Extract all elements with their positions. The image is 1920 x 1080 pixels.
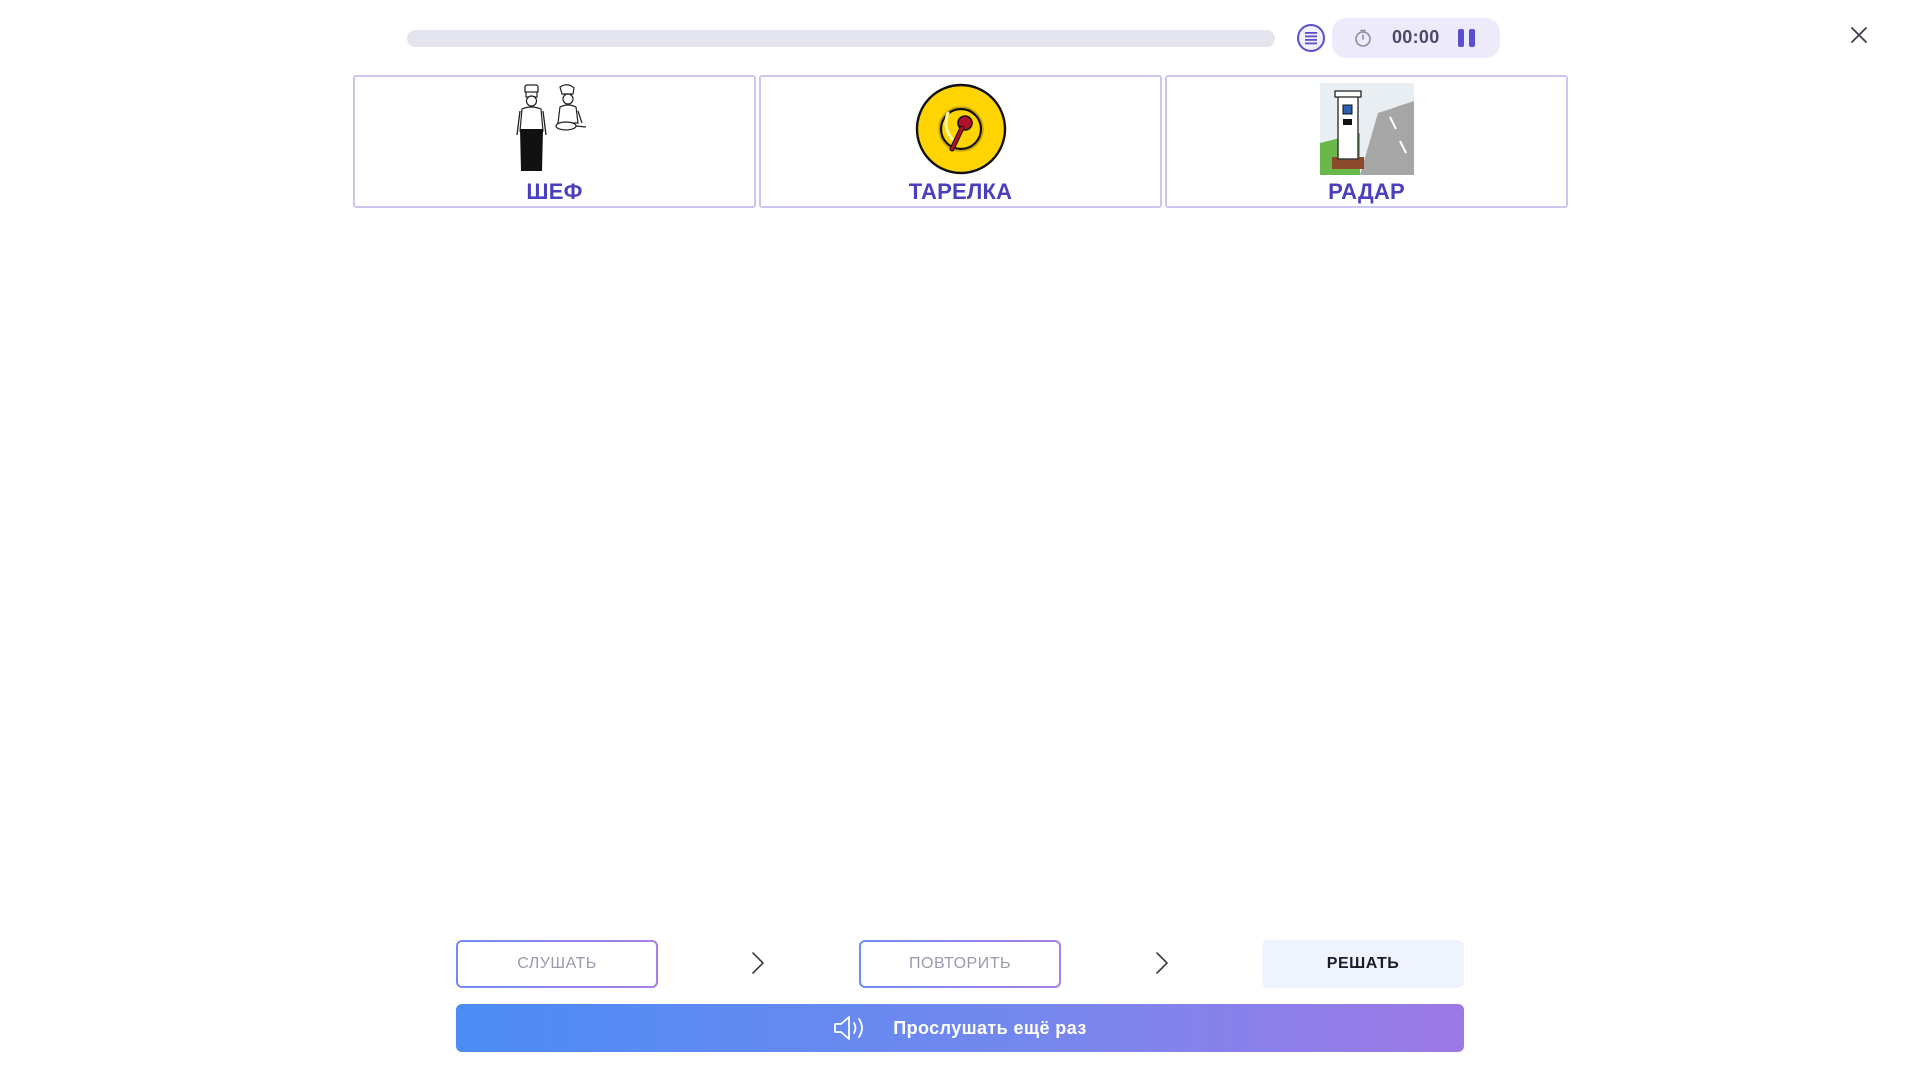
solve-step-button[interactable]: РЕШАТЬ: [1262, 940, 1464, 988]
repeat-step-button[interactable]: ПОВТОРИТЬ: [859, 940, 1061, 988]
list-menu-button[interactable]: [1297, 24, 1325, 52]
replay-audio-button[interactable]: Прослушать ещё раз: [456, 1004, 1464, 1052]
close-button[interactable]: [1846, 22, 1872, 48]
plate-picture: [915, 83, 1006, 175]
radar-picture: [1319, 83, 1414, 175]
speaker-icon: [834, 1016, 864, 1040]
word-card-chef[interactable]: ШЕФ: [353, 75, 756, 208]
listen-step-button[interactable]: СЛУШАТЬ: [456, 940, 658, 988]
chevron-right-icon: [752, 952, 764, 974]
card-label: ШЕФ: [526, 179, 583, 204]
pause-button[interactable]: [1457, 29, 1477, 47]
progress-bar: [407, 30, 1275, 47]
word-card-plate[interactable]: ТАРЕЛКА: [759, 75, 1162, 208]
list-menu-icon: [1305, 32, 1317, 45]
card-label: ТАРЕЛКА: [908, 179, 1013, 204]
timer-value: 00:00: [1392, 27, 1440, 47]
card-label: РАДАР: [1328, 179, 1405, 204]
close-icon: [1851, 27, 1867, 43]
replay-label: Прослушать ещё раз: [893, 1017, 1087, 1038]
stopwatch-icon: [1355, 29, 1371, 47]
timer-panel: 00:00: [1332, 18, 1500, 58]
chef-picture: [515, 84, 586, 171]
word-card-radar[interactable]: РАДАР: [1165, 75, 1568, 208]
pause-icon: [1458, 29, 1464, 47]
exercise-screen: 00:00 ШЕФ ТАРЕЛКА РАДАР СЛУШАТЬ ПОВТОРИТ…: [0, 0, 1920, 1080]
pause-icon: [1469, 29, 1475, 47]
chevron-right-icon: [1156, 952, 1168, 974]
